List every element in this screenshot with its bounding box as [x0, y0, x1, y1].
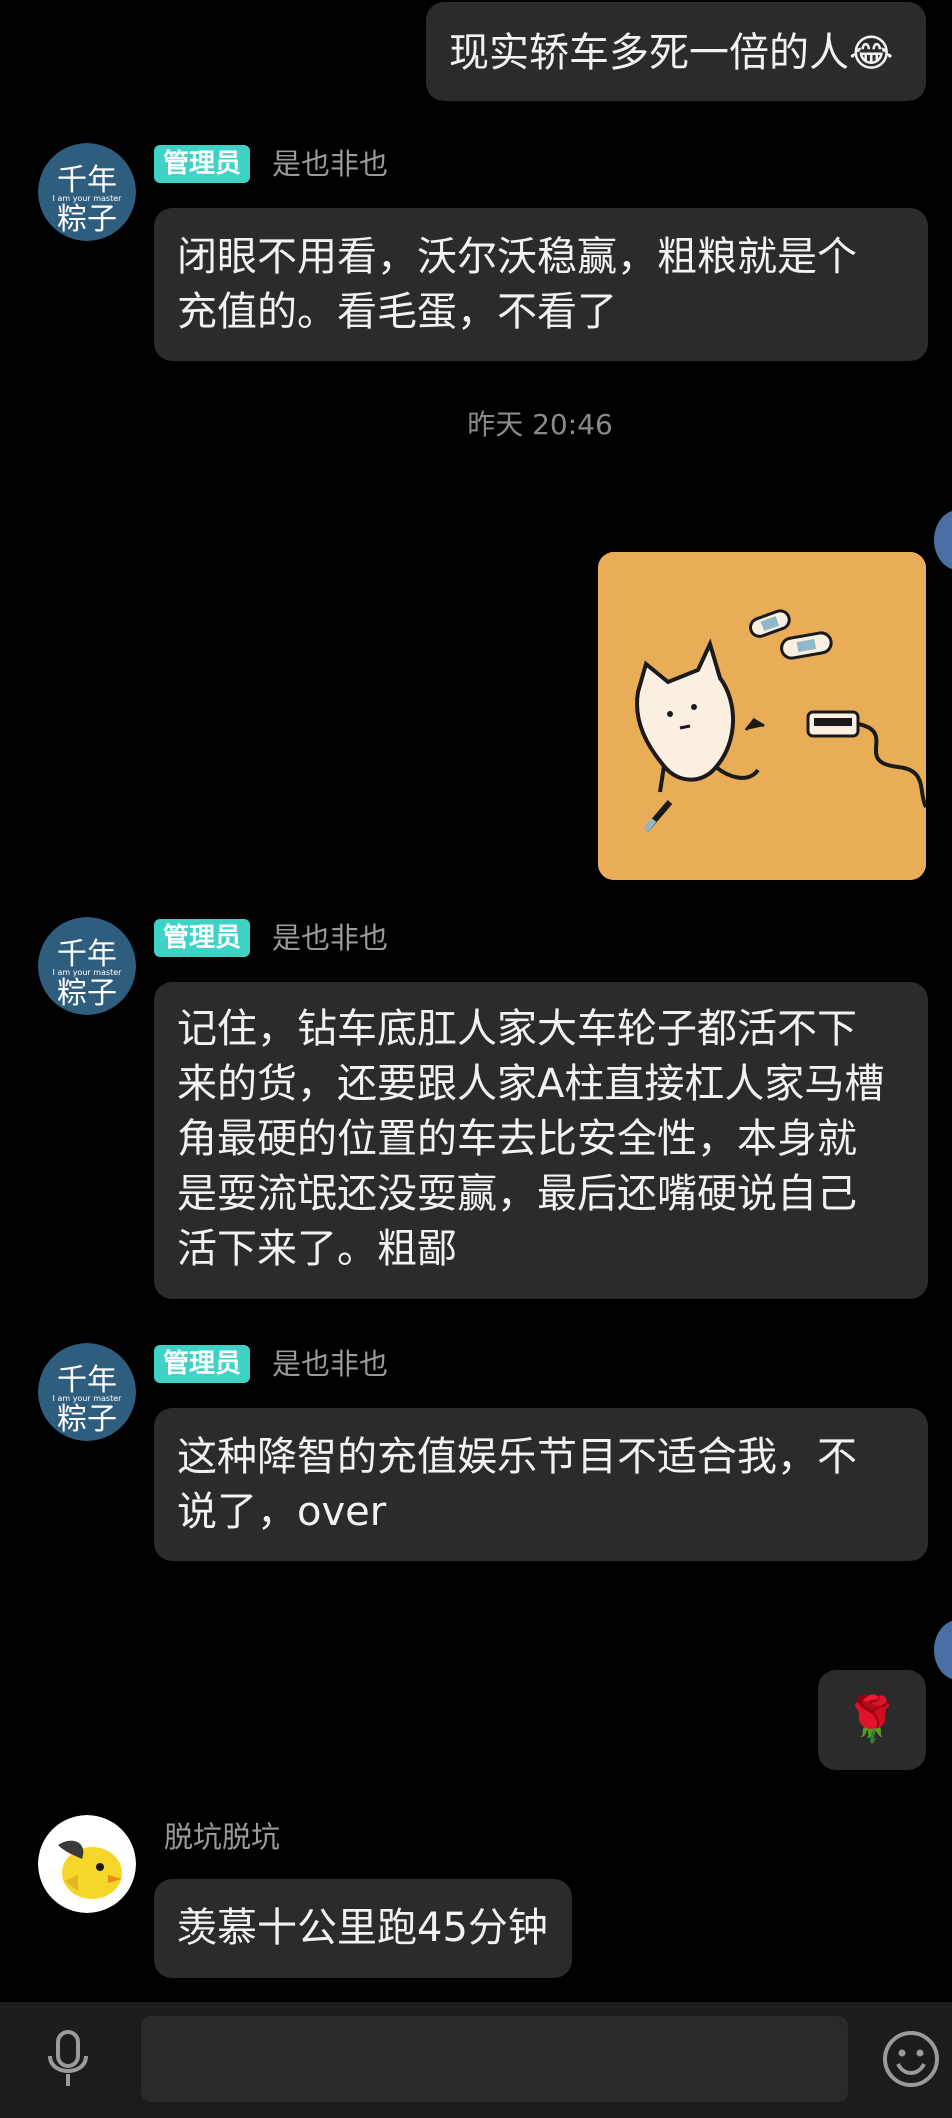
side-avatar-partial [934, 510, 952, 570]
incoming-message-bubble[interactable]: 记住，钻车底肛人家大车轮子都活不下 来的货，还要跟人家A柱直接杠人家马槽 角最硬… [154, 982, 928, 1299]
outgoing-message-bubble[interactable]: 现实轿车多死一倍的人😂 [426, 2, 926, 101]
microphone-icon[interactable] [40, 2028, 96, 2092]
incoming-message-bubble[interactable]: 闭眼不用看，沃尔沃稳赢，粗粮就是个 充值的。看毛蛋，不看了 [154, 208, 928, 361]
incoming-message-bubble[interactable]: 羡慕十公里跑45分钟 [154, 1879, 572, 1978]
sender-name[interactable]: 是也非也 [272, 919, 388, 957]
avatar-line-1: 千年 [57, 1363, 117, 1398]
avatar-user[interactable] [38, 1815, 136, 1913]
outgoing-emoji-bubble[interactable]: 🌹 [818, 1670, 926, 1770]
side-avatar-partial [934, 1620, 952, 1680]
message-text: 记住，钻车底肛人家大车轮子都活不下 来的货，还要跟人家A柱直接杠人家马槽 角最硬… [177, 1006, 885, 1272]
sender-name[interactable]: 脱坑脱坑 [164, 1818, 280, 1856]
avatar-line-2: 粽子 [57, 976, 117, 1011]
chick-avatar-image [38, 1815, 136, 1913]
message-text: 闭眼不用看，沃尔沃稳赢，粗粮就是个 充值的。看毛蛋，不看了 [177, 234, 857, 335]
incoming-message-bubble[interactable]: 这种降智的充值娱乐节目不适合我，不 说了，over [154, 1408, 928, 1561]
chat-timestamp: 昨天 20:46 [467, 408, 613, 441]
cat-sticker-image[interactable] [598, 552, 926, 880]
chat-screen: 现实轿车多死一倍的人😂 千年 I am your master 粽子 管理员 是… [0, 0, 952, 2118]
avatar-image: 千年 I am your master 粽子 [38, 143, 136, 241]
avatar-image: 千年 I am your master 粽子 [38, 917, 136, 1015]
admin-badge: 管理员 [154, 145, 251, 183]
message-text: 现实轿车多死一倍的人 [449, 30, 849, 76]
cat-sticker-drawing [598, 552, 926, 880]
rose-emoji: 🌹 [844, 1694, 900, 1745]
admin-badge: 管理员 [154, 1345, 251, 1383]
avatar-image: 千年 I am your master 粽子 [38, 1343, 136, 1441]
admin-badge: 管理员 [154, 919, 251, 957]
avatar-admin[interactable]: 千年 I am your master 粽子 [38, 143, 136, 241]
sender-name[interactable]: 是也非也 [272, 145, 388, 183]
avatar-line-1: 千年 [57, 163, 117, 198]
avatar-line-2: 粽子 [57, 1402, 117, 1437]
avatar-line-1: 千年 [57, 937, 117, 972]
laughing-tears-emoji: 😂 [849, 31, 894, 75]
smiley-face-icon[interactable] [882, 2030, 940, 2088]
message-input[interactable] [141, 2016, 848, 2102]
message-text: 这种降智的充值娱乐节目不适合我，不 说了，over [177, 1434, 857, 1535]
avatar-line-2: 粽子 [57, 202, 117, 237]
avatar-admin[interactable]: 千年 I am your master 粽子 [38, 917, 136, 1015]
avatar-admin[interactable]: 千年 I am your master 粽子 [38, 1343, 136, 1441]
sender-name[interactable]: 是也非也 [272, 1345, 388, 1383]
message-text: 羡慕十公里跑45分钟 [177, 1905, 548, 1951]
